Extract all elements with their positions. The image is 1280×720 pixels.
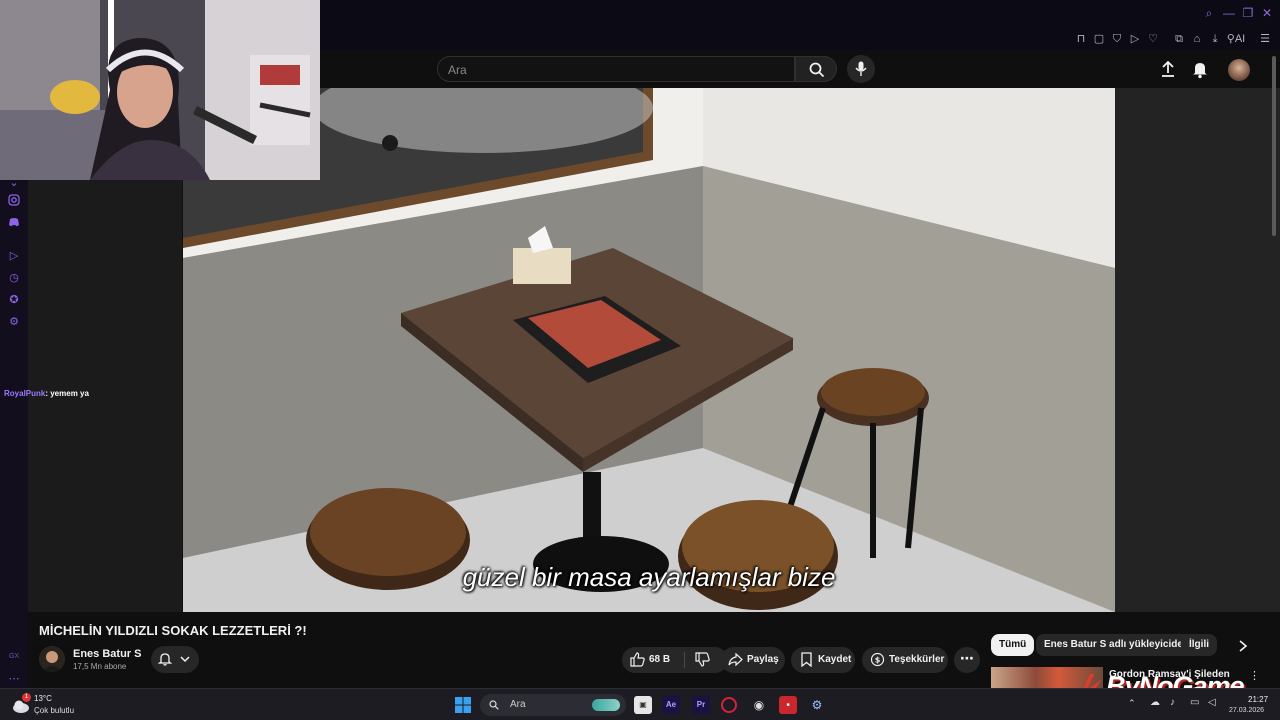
download-icon[interactable]: ⤓ <box>1208 32 1222 46</box>
extensions-icon[interactable]: ✪ <box>7 293 21 307</box>
video-frame <box>183 88 1115 612</box>
search-button[interactable] <box>795 56 837 82</box>
chip-all[interactable]: Tümü <box>991 634 1035 656</box>
video-player[interactable]: güzel bir masa ayarlamışlar bize <box>183 88 1115 612</box>
ai-button[interactable]: ⚲AI <box>1226 32 1246 46</box>
tray-chevron-icon[interactable]: ⌃ <box>1128 698 1136 709</box>
video-title: MİCHELİN YILDIZLI SOKAK LEZZETLERİ ?! <box>39 623 307 638</box>
tray-display-icon[interactable]: ▭ <box>1190 697 1199 708</box>
restore-icon[interactable]: ❐ <box>1240 5 1256 21</box>
snapshot-icon[interactable]: ▢ <box>1092 32 1106 46</box>
share-label: Paylaş <box>747 654 779 665</box>
tray-network-icon[interactable]: ☁ <box>1150 697 1160 708</box>
tray-mic-icon[interactable]: ♪ <box>1170 697 1175 708</box>
save-label: Kaydet <box>818 654 852 665</box>
chevron-down-icon <box>180 656 190 663</box>
chat-message: RoyalPunk: yemem ya <box>4 389 89 398</box>
video-subtitle: güzel bir masa ayarlamışlar bize <box>462 562 836 592</box>
chip-related[interactable]: İlgili <box>1181 634 1217 656</box>
history-icon[interactable]: ◷ <box>7 271 21 285</box>
notifications-icon[interactable] <box>1190 59 1210 79</box>
app-red-icon[interactable]: ■ <box>779 696 797 714</box>
search-icon <box>809 62 825 78</box>
upload-icon[interactable] <box>1158 59 1178 79</box>
weather-description[interactable]: Çok bulutlu <box>34 706 74 715</box>
taskbar-search-label: Ara <box>510 699 526 710</box>
more-actions-button[interactable]: ⋯ <box>954 647 980 673</box>
search-input[interactable]: Ara <box>437 56 795 82</box>
thanks-label: Teşekkürler <box>889 654 945 665</box>
puzzle-icon[interactable]: ⧉ <box>1172 32 1186 46</box>
chevron-right-icon[interactable] <box>1238 640 1248 652</box>
channel-avatar[interactable] <box>39 646 65 672</box>
streamer-camera-image <box>0 0 320 180</box>
bell-icon <box>158 653 172 666</box>
task-view-icon[interactable]: ▣ <box>634 696 652 714</box>
like-button[interactable]: 68 B <box>622 647 684 673</box>
play-icon[interactable]: ▷ <box>7 249 21 263</box>
subscriber-count: 17,5 Mn abone <box>73 662 127 671</box>
gx-label: GX <box>8 653 20 660</box>
after-effects-icon[interactable]: Ae <box>662 696 680 714</box>
thanks-button[interactable]: $ Teşekkürler <box>862 647 948 673</box>
weather-notification-badge: 1 <box>22 693 31 702</box>
taskbar-search[interactable]: Ara <box>480 694 626 716</box>
browser-titlebar: ⌕ — ❐ ✕ <box>320 0 1280 28</box>
share-icon <box>728 652 743 667</box>
settings-icon[interactable]: ⚙ <box>7 315 21 329</box>
thumbs-down-icon <box>695 652 710 667</box>
instagram-icon[interactable] <box>7 194 21 208</box>
send-icon[interactable]: ▷ <box>1128 32 1142 46</box>
weather-temperature[interactable]: 13°C <box>34 694 52 703</box>
chat-username[interactable]: RoyalPunk <box>4 389 45 398</box>
user-avatar[interactable] <box>1228 59 1250 81</box>
save-button[interactable]: Kaydet <box>791 647 855 673</box>
more-icon[interactable]: ⋯ <box>7 672 21 686</box>
webcam-overlay <box>0 0 320 180</box>
thumbs-up-icon <box>630 652 645 667</box>
chip-from-uploader[interactable]: Enes Batur S adlı yükleyiciden <box>1036 634 1198 656</box>
bookmark-icon[interactable]: ⊓ <box>1074 32 1088 46</box>
obs-icon[interactable]: ◉ <box>750 696 768 714</box>
heart-icon[interactable]: ♡ <box>1146 32 1160 46</box>
premiere-icon[interactable]: Pr <box>692 696 710 714</box>
weather-widget[interactable]: 1 <box>11 693 31 715</box>
wallet-icon[interactable]: ⌂ <box>1190 32 1204 46</box>
chat-text: : yemem ya <box>45 389 89 398</box>
tray-volume-icon[interactable]: ◁ <box>1208 697 1216 708</box>
minimize-icon[interactable]: — <box>1221 5 1237 21</box>
taskbar-search-icon <box>489 700 499 710</box>
super-thanks-icon: $ <box>870 652 885 667</box>
secondary-column <box>1115 88 1280 612</box>
browser-toolbar: ⊓ ▢ ⛉ ▷ ♡ ⧉ ⌂ ⤓ ⚲AI ☰ <box>320 28 1280 50</box>
subscription-bell-button[interactable] <box>151 646 199 673</box>
channel-name[interactable]: Enes Batur S <box>73 648 141 660</box>
bookmark-save-icon <box>801 652 812 667</box>
windows-start-icon[interactable] <box>455 697 471 713</box>
voice-search-button[interactable] <box>847 55 875 83</box>
mic-icon <box>855 61 867 76</box>
youtube-topbar: Ara <box>320 50 1280 88</box>
like-count: 68 B <box>649 654 671 665</box>
taskbar-time[interactable]: 21:27 <box>1248 695 1268 704</box>
share-button[interactable]: Paylaş <box>721 647 785 673</box>
close-icon[interactable]: ✕ <box>1259 5 1275 21</box>
more-horizontal-icon: ⋯ <box>960 650 974 666</box>
menu-icon[interactable]: ☰ <box>1258 32 1272 46</box>
ai-label: AI <box>1234 33 1246 45</box>
search-tabs-icon[interactable]: ⌕ <box>1201 5 1217 21</box>
like-dislike-group: 68 B <box>622 647 728 673</box>
taskbar-date[interactable]: 27.03.2026 <box>1229 707 1264 714</box>
shield-icon[interactable]: ⛉ <box>1110 32 1124 46</box>
steam-icon[interactable]: ⚙ <box>808 696 826 714</box>
search-highlight-icon <box>592 699 620 711</box>
page-scrollbar[interactable] <box>1272 56 1276 236</box>
discord-icon[interactable] <box>7 216 21 230</box>
opera-gx-icon[interactable] <box>721 697 737 713</box>
windows-taskbar: 1 13°C Çok bulutlu Ara ▣ Ae Pr ◉ ■ ⚙ ⌃ ☁… <box>0 688 1280 720</box>
svg-text:$: $ <box>875 656 881 665</box>
